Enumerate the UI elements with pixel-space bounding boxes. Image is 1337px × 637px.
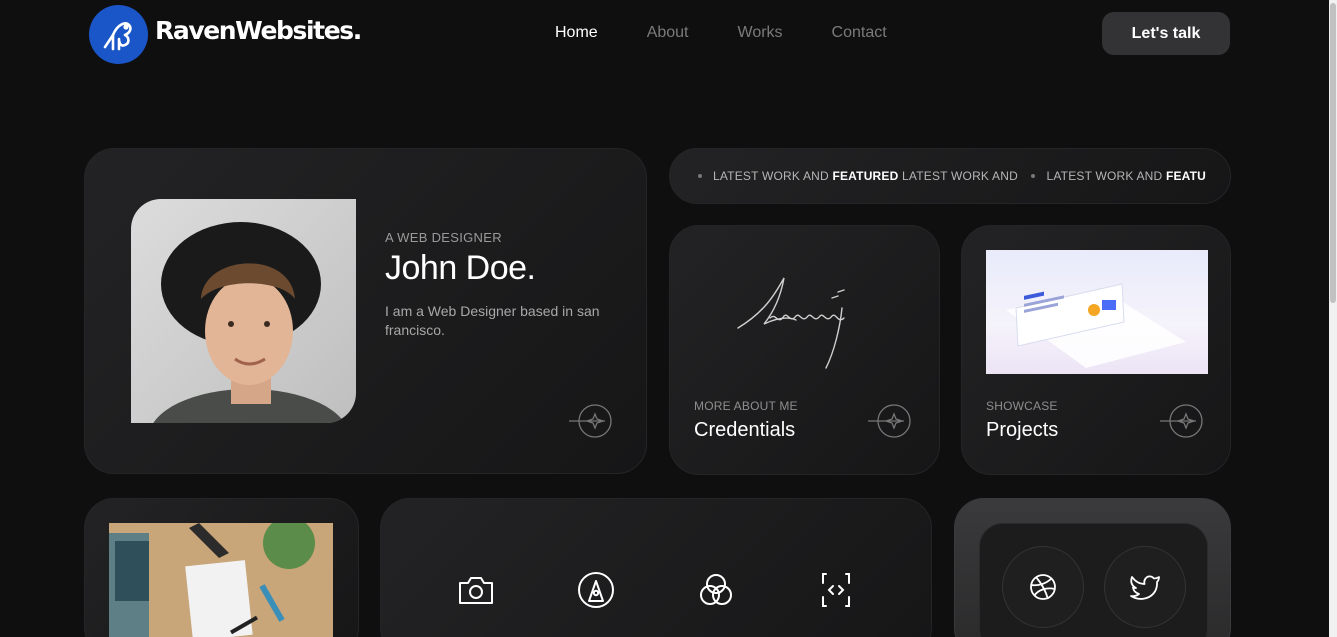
arrow-star-icon — [868, 404, 911, 438]
marquee-text: LATEST WORK AND — [1046, 169, 1166, 183]
credentials-card[interactable]: MORE ABOUT ME Credentials — [669, 225, 940, 475]
projects-title: Projects — [986, 419, 1059, 441]
main-nav: Home About Works Contact — [555, 24, 936, 42]
marquee-bold: FEATURED — [1165, 169, 1206, 183]
credentials-label: MORE ABOUT ME — [694, 399, 798, 413]
color-circles-icon[interactable] — [697, 571, 735, 609]
arrow-star-icon — [569, 404, 612, 438]
twitter-button[interactable] — [1104, 546, 1186, 628]
marquee-tail: LATEST WORK AND — [898, 169, 1022, 183]
raven-logo-icon — [89, 5, 148, 64]
lets-talk-button[interactable]: Let's talk — [1102, 12, 1230, 55]
nav-about[interactable]: About — [647, 24, 689, 42]
profile-photo — [131, 199, 356, 423]
desk-photo — [109, 523, 333, 637]
brand-name: RavenWebsites. — [155, 16, 362, 45]
bullet-icon — [1031, 173, 1036, 178]
camera-icon[interactable] — [457, 571, 495, 609]
hero-bio: I am a Web Designer based in san francis… — [385, 303, 600, 338]
projects-label: SHOWCASE — [986, 399, 1058, 413]
social-panel — [979, 523, 1208, 637]
dribbble-button[interactable] — [1002, 546, 1084, 628]
scrollbar-thumb[interactable] — [1330, 3, 1336, 303]
signature-image — [737, 277, 845, 369]
marquee-banner: LATEST WORK AND FEATURED LATEST WORK AND… — [669, 148, 1231, 204]
nav-home[interactable]: Home — [555, 24, 598, 42]
social-card — [954, 498, 1231, 637]
project-thumbnail — [986, 250, 1208, 374]
hero-card[interactable]: A WEB DESIGNER John Doe. I am a Web Desi… — [84, 148, 647, 474]
blog-card[interactable] — [84, 498, 359, 637]
dribbble-icon — [1030, 574, 1056, 600]
code-icon[interactable] — [817, 571, 855, 609]
logo[interactable]: RavenWebsites. — [89, 5, 362, 64]
nav-contact[interactable]: Contact — [832, 24, 887, 42]
services-card — [380, 498, 932, 637]
twitter-icon — [1130, 575, 1160, 600]
bullet-icon — [698, 173, 702, 178]
pen-nib-icon[interactable] — [577, 571, 615, 609]
hero-eyebrow: A WEB DESIGNER — [385, 230, 502, 245]
marquee-bold: FEATURED — [832, 169, 899, 183]
marquee-text: LATEST WORK AND — [713, 169, 833, 183]
credentials-title: Credentials — [694, 419, 796, 441]
nav-works[interactable]: Works — [738, 24, 783, 42]
marquee-track: LATEST WORK AND FEATURED LATEST WORK AND… — [698, 169, 1206, 183]
projects-card[interactable]: SHOWCASE Projects — [961, 225, 1231, 475]
arrow-star-icon — [1160, 404, 1203, 438]
hero-name: John Doe. — [385, 249, 536, 287]
page-scrollbar[interactable] — [1329, 0, 1337, 637]
